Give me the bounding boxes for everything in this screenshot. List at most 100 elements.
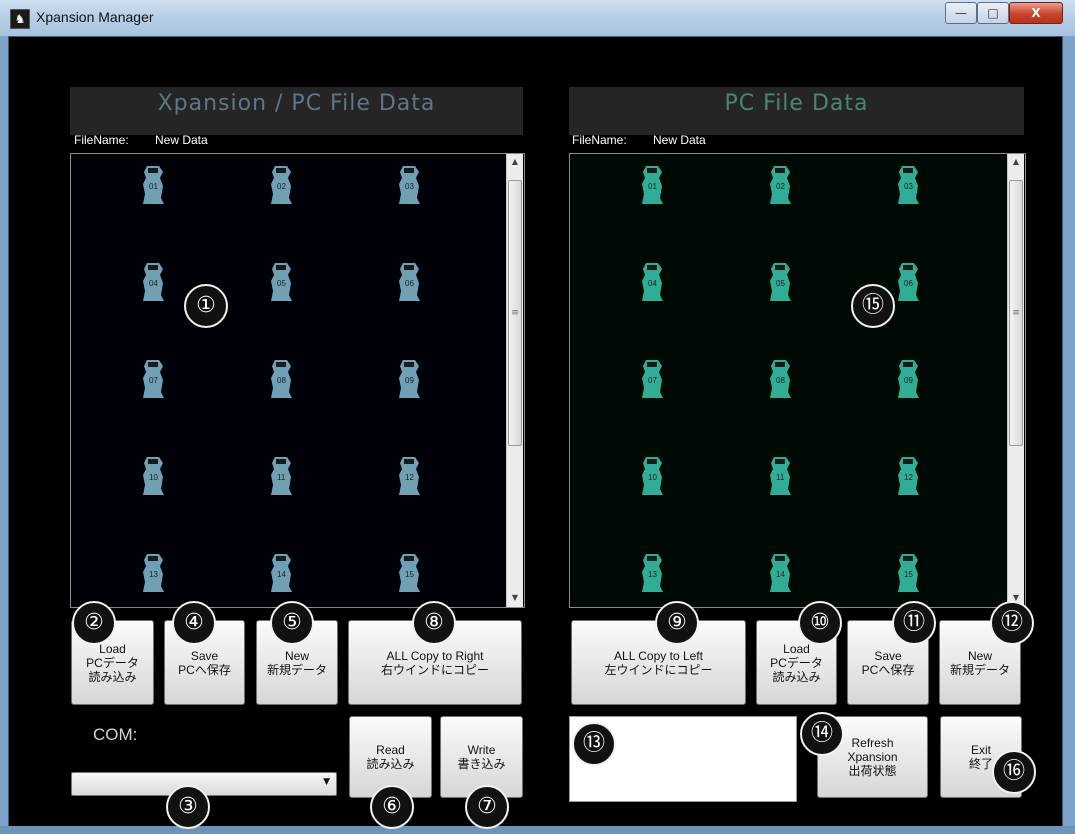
right-filename-value: New Data <box>653 133 706 147</box>
slot-number-label: 12 <box>904 473 913 482</box>
slot-number-label: 10 <box>149 473 158 482</box>
callout-marker-6: ⑥ <box>370 785 414 829</box>
left-slot-01[interactable]: 01 <box>133 164 173 208</box>
slot-number-label: 15 <box>405 570 414 579</box>
left-slot-09[interactable]: 09 <box>389 358 429 402</box>
left-panel-title: Xpansion / PC File Data <box>70 87 523 135</box>
button-label: PCへ保存 <box>178 662 231 677</box>
button-label: 左ウインドにコピー <box>604 662 713 677</box>
left-slot-05[interactable]: 05 <box>261 261 301 305</box>
slot-number-label: 09 <box>904 376 913 385</box>
button-label: 右ウインドにコピー <box>380 662 489 677</box>
callout-marker-14: ⑭ <box>800 712 844 756</box>
callout-marker-1: ① <box>184 284 228 328</box>
slot-number-label: 13 <box>149 570 158 579</box>
title-bar[interactable]: ♞ Xpansion Manager — □ X <box>0 0 1075 37</box>
button-label: New <box>967 648 992 663</box>
right-slot-10[interactable]: 10 <box>632 455 672 499</box>
left-slot-04[interactable]: 04 <box>133 261 173 305</box>
left-slot-13[interactable]: 13 <box>133 552 173 596</box>
slot-number-label: 05 <box>277 279 286 288</box>
chevron-down-icon: ▼ <box>323 777 330 787</box>
button-label: 読み込み <box>772 669 821 684</box>
left-scrollbar[interactable]: ▲ ≡ ▼ <box>506 154 523 607</box>
right-slot-07[interactable]: 07 <box>632 358 672 402</box>
scroll-up-arrow-icon[interactable]: ▲ <box>507 154 523 170</box>
left-slot-06[interactable]: 06 <box>389 261 429 305</box>
right-slot-09[interactable]: 09 <box>888 358 928 402</box>
slot-number-label: 04 <box>648 279 657 288</box>
right-slot-13[interactable]: 13 <box>632 552 672 596</box>
slot-number-label: 08 <box>776 376 785 385</box>
button-label: Save <box>874 648 902 663</box>
maximize-button[interactable]: □ <box>977 2 1009 24</box>
callout-marker-10: ⑩ <box>798 601 842 645</box>
right-slot-12[interactable]: 12 <box>888 455 928 499</box>
left-slot-grid[interactable]: 15 14 13 12 11 10 09 08 07 06 05 04 03 02 01 ▲ ≡ ▼ <box>70 153 525 608</box>
left-slot-14[interactable]: 14 <box>261 552 301 596</box>
left-scroll-thumb[interactable]: ≡ <box>508 180 522 446</box>
left-slot-12[interactable]: 12 <box>389 455 429 499</box>
right-slot-14[interactable]: 14 <box>760 552 800 596</box>
button-label: 出荷状態 <box>848 764 897 778</box>
slot-number-label: 09 <box>405 376 414 385</box>
left-slot-10[interactable]: 10 <box>133 455 173 499</box>
com-label: COM: <box>93 725 138 744</box>
right-slot-15[interactable]: 15 <box>888 552 928 596</box>
scroll-down-arrow-icon[interactable]: ▼ <box>507 590 523 606</box>
right-slot-05[interactable]: 05 <box>760 261 800 305</box>
button-label: 読み込み <box>88 669 137 684</box>
button-label: ALL Copy to Left <box>614 648 703 663</box>
button-label: Load <box>99 641 126 656</box>
button-label: PCデータ <box>86 655 139 670</box>
window-title: Xpansion Manager <box>36 9 154 25</box>
right-slot-02[interactable]: 02 <box>760 164 800 208</box>
right-slot-03[interactable]: 03 <box>888 164 928 208</box>
button-label: PCへ保存 <box>861 662 915 677</box>
callout-marker-5: ⑤ <box>270 601 314 645</box>
left-slot-08[interactable]: 08 <box>261 358 301 402</box>
app-icon: ♞ <box>10 9 30 29</box>
right-slot-11[interactable]: 11 <box>760 455 800 499</box>
callout-marker-2: ② <box>72 601 116 645</box>
button-label: 読み込み <box>366 757 415 771</box>
right-slot-01[interactable]: 01 <box>632 164 672 208</box>
close-button[interactable]: X <box>1009 2 1063 24</box>
slot-number-label: 08 <box>277 376 286 385</box>
slot-number-label: 01 <box>648 182 657 191</box>
callout-marker-8: ⑧ <box>412 601 456 645</box>
right-panel-title: PC File Data <box>569 87 1024 135</box>
callout-marker-15: ⑮ <box>851 284 895 328</box>
slot-number-label: 06 <box>405 279 414 288</box>
right-scroll-thumb[interactable]: ≡ <box>1009 180 1023 446</box>
button-label: 新規データ <box>266 662 327 677</box>
left-slot-03[interactable]: 03 <box>389 164 429 208</box>
slot-number-label: 05 <box>776 279 785 288</box>
right-scrollbar[interactable]: ▲ ≡ ▼ <box>1007 154 1024 607</box>
taskbar-strip <box>0 826 1075 834</box>
button-label: 書き込み <box>457 757 506 771</box>
right-slot-grid[interactable]: 15 14 13 12 11 10 09 08 07 06 05 04 03 02 01 ▲ ≡ ▼ <box>569 153 1026 608</box>
slot-number-label: 04 <box>149 279 158 288</box>
left-slot-02[interactable]: 02 <box>261 164 301 208</box>
callout-marker-13: ⑬ <box>572 722 616 766</box>
left-slot-11[interactable]: 11 <box>261 455 301 499</box>
button-label: Save <box>190 648 219 663</box>
left-slot-15[interactable]: 15 <box>389 552 429 596</box>
callout-marker-16: ⑯ <box>992 750 1036 794</box>
left-slot-07[interactable]: 07 <box>133 358 173 402</box>
button-label: Write <box>467 743 496 757</box>
minimize-button[interactable]: — <box>945 2 977 24</box>
callout-marker-3: ③ <box>166 785 210 829</box>
button-label: New <box>284 648 309 663</box>
right-slot-04[interactable]: 04 <box>632 261 672 305</box>
slot-number-label: 06 <box>904 279 913 288</box>
scroll-up-arrow-icon[interactable]: ▲ <box>1008 154 1024 170</box>
slot-number-label: 12 <box>405 473 414 482</box>
slot-number-label: 15 <box>904 570 913 579</box>
right-slot-06[interactable]: 06 <box>888 261 928 305</box>
slot-number-label: 01 <box>149 182 158 191</box>
slot-number-label: 02 <box>776 182 785 191</box>
callout-marker-4: ④ <box>172 601 216 645</box>
right-slot-08[interactable]: 08 <box>760 358 800 402</box>
